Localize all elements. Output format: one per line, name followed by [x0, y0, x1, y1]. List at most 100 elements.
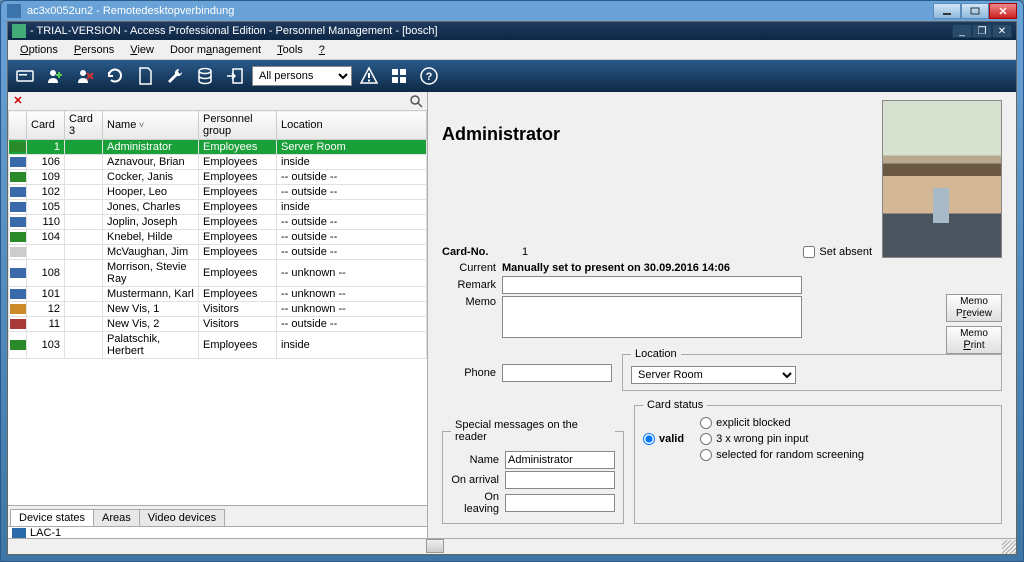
- col-header[interactable]: [9, 111, 27, 140]
- table-row[interactable]: 104Knebel, HildeEmployees-- outside --: [9, 230, 427, 245]
- table-row[interactable]: 102Hooper, LeoEmployees-- outside --: [9, 185, 427, 200]
- table-row[interactable]: 12New Vis, 1Visitors-- unknown --: [9, 302, 427, 317]
- device-state-row[interactable]: LAC-1: [8, 526, 427, 538]
- delete-person-icon[interactable]: [72, 63, 98, 89]
- inner-close-button[interactable]: ✕: [992, 24, 1012, 38]
- scroll-handle[interactable]: [426, 539, 444, 553]
- menu-door[interactable]: Door management: [162, 42, 269, 58]
- remark-input[interactable]: [502, 276, 802, 294]
- bottom-tab[interactable]: Video devices: [139, 509, 225, 526]
- help-icon[interactable]: ?: [416, 63, 442, 89]
- memo-preview-button[interactable]: MemoPreview: [946, 294, 1002, 322]
- table-row[interactable]: 109Cocker, JanisEmployees-- outside --: [9, 170, 427, 185]
- card-icon[interactable]: [12, 63, 38, 89]
- name-input[interactable]: [505, 451, 615, 469]
- status-screening-radio[interactable]: selected for random screening: [700, 449, 864, 461]
- menu-options[interactable]: Options: [12, 42, 66, 58]
- inner-restore-button[interactable]: ❐: [972, 24, 992, 38]
- location-fieldset: Location Server Room: [622, 348, 1002, 391]
- person-photo[interactable]: [882, 100, 1002, 258]
- memo-input[interactable]: [502, 296, 802, 338]
- status-icon: [10, 304, 26, 314]
- status-wrongpin-radio[interactable]: 3 x wrong pin input: [700, 433, 864, 445]
- table-row[interactable]: 110Joplin, JosephEmployees-- outside --: [9, 215, 427, 230]
- table-row[interactable]: 1AdministratorEmployeesServer Room: [9, 140, 427, 155]
- onleaving-input[interactable]: [505, 494, 615, 512]
- menu-help[interactable]: ?: [311, 42, 333, 58]
- set-absent-checkbox[interactable]: Set absent: [803, 246, 872, 258]
- current-label: Current: [442, 262, 502, 274]
- filter-clear-icon[interactable]: ✕: [10, 94, 26, 108]
- inner-minimize-button[interactable]: _: [952, 24, 972, 38]
- menu-tools[interactable]: Tools: [269, 42, 311, 58]
- login-icon[interactable]: [222, 63, 248, 89]
- remark-label: Remark: [442, 279, 502, 291]
- status-icon: [10, 232, 26, 242]
- col-header[interactable]: Card 3: [65, 111, 103, 140]
- outer-rdp-window: ac3x0052un2 - Remotedesktopverbindung - …: [0, 0, 1024, 562]
- inner-app-window: - TRIAL-VERSION - Access Professional Ed…: [7, 21, 1017, 555]
- col-header[interactable]: Card: [27, 111, 65, 140]
- filter-search-icon[interactable]: [409, 94, 425, 108]
- table-row[interactable]: 11New Vis, 2Visitors-- outside --: [9, 317, 427, 332]
- inner-titlebar[interactable]: - TRIAL-VERSION - Access Professional Ed…: [8, 22, 1016, 40]
- phone-input[interactable]: [502, 364, 612, 382]
- bottom-tab[interactable]: Device states: [10, 509, 94, 526]
- menu-persons[interactable]: Persons: [66, 42, 122, 58]
- svg-text:?: ?: [426, 71, 433, 83]
- bottom-tab[interactable]: Areas: [93, 509, 140, 526]
- outer-close-button[interactable]: [989, 3, 1017, 19]
- menubar: Options Persons View Door management Too…: [8, 40, 1016, 60]
- outer-titlebar[interactable]: ac3x0052un2 - Remotedesktopverbindung: [1, 1, 1023, 21]
- outer-title: ac3x0052un2 - Remotedesktopverbindung: [27, 5, 933, 17]
- status-icon: [10, 289, 26, 299]
- memo-print-button[interactable]: MemoPrint: [946, 326, 1002, 354]
- current-value: Manually set to present on 30.09.2016 14…: [502, 262, 730, 274]
- add-person-icon[interactable]: [42, 63, 68, 89]
- table-row[interactable]: 101Mustermann, KarlEmployees-- unknown -…: [9, 287, 427, 302]
- onarrival-input[interactable]: [505, 471, 615, 489]
- status-icon: [10, 142, 26, 152]
- col-header[interactable]: Personnel group: [199, 111, 277, 140]
- person-filter-select[interactable]: All persons: [252, 66, 352, 86]
- warning-icon[interactable]: [356, 63, 382, 89]
- device-icon: [12, 528, 26, 538]
- filter-row: ✕: [8, 92, 427, 110]
- grid-icon[interactable]: [386, 63, 412, 89]
- toolbar: All persons ?: [8, 60, 1016, 92]
- status-icon: [10, 202, 26, 212]
- status-icon: [10, 157, 26, 167]
- table-row[interactable]: 108Morrison, Stevie RayEmployees-- unkno…: [9, 260, 427, 287]
- cardstatus-fieldset: Card status valid explicit blocked 3 x w…: [634, 399, 1002, 524]
- outer-maximize-button[interactable]: [961, 3, 989, 19]
- left-panel: ✕ CardCard 3NamePersonnel groupLocation …: [8, 92, 428, 538]
- wrench-icon[interactable]: [162, 63, 188, 89]
- person-table[interactable]: CardCard 3NamePersonnel groupLocation 1A…: [8, 110, 427, 505]
- location-select[interactable]: Server Room: [631, 366, 796, 384]
- outer-minimize-button[interactable]: [933, 3, 961, 19]
- status-icon: [10, 340, 26, 350]
- status-icon: [10, 187, 26, 197]
- table-row[interactable]: 105Jones, CharlesEmployeesinside: [9, 200, 427, 215]
- detail-title: Administrator: [442, 100, 882, 258]
- col-header[interactable]: Name: [103, 111, 199, 140]
- status-icon: [10, 319, 26, 329]
- document-icon[interactable]: [132, 63, 158, 89]
- table-row[interactable]: 106Aznavour, BrianEmployeesinside: [9, 155, 427, 170]
- status-icon: [10, 268, 26, 278]
- refresh-icon[interactable]: [102, 63, 128, 89]
- table-row[interactable]: McVaughan, JimEmployees-- outside --: [9, 245, 427, 260]
- phone-label: Phone: [442, 367, 502, 379]
- detail-panel: Administrator Card-No. 1 Set absent Curr…: [428, 92, 1016, 538]
- cardno-value: 1: [522, 246, 528, 258]
- col-header[interactable]: Location: [277, 111, 427, 140]
- cardno-label: Card-No.: [442, 246, 522, 258]
- resize-grip-icon[interactable]: [1002, 540, 1016, 554]
- bottom-tabs: Device statesAreasVideo devices LAC-1: [8, 505, 427, 538]
- status-valid-radio[interactable]: valid: [643, 433, 684, 445]
- menu-view[interactable]: View: [122, 42, 162, 58]
- database-icon[interactable]: [192, 63, 218, 89]
- table-row[interactable]: 103Palatschik, HerbertEmployeesinside: [9, 332, 427, 359]
- status-blocked-radio[interactable]: explicit blocked: [700, 417, 864, 429]
- rdp-icon: [7, 4, 21, 18]
